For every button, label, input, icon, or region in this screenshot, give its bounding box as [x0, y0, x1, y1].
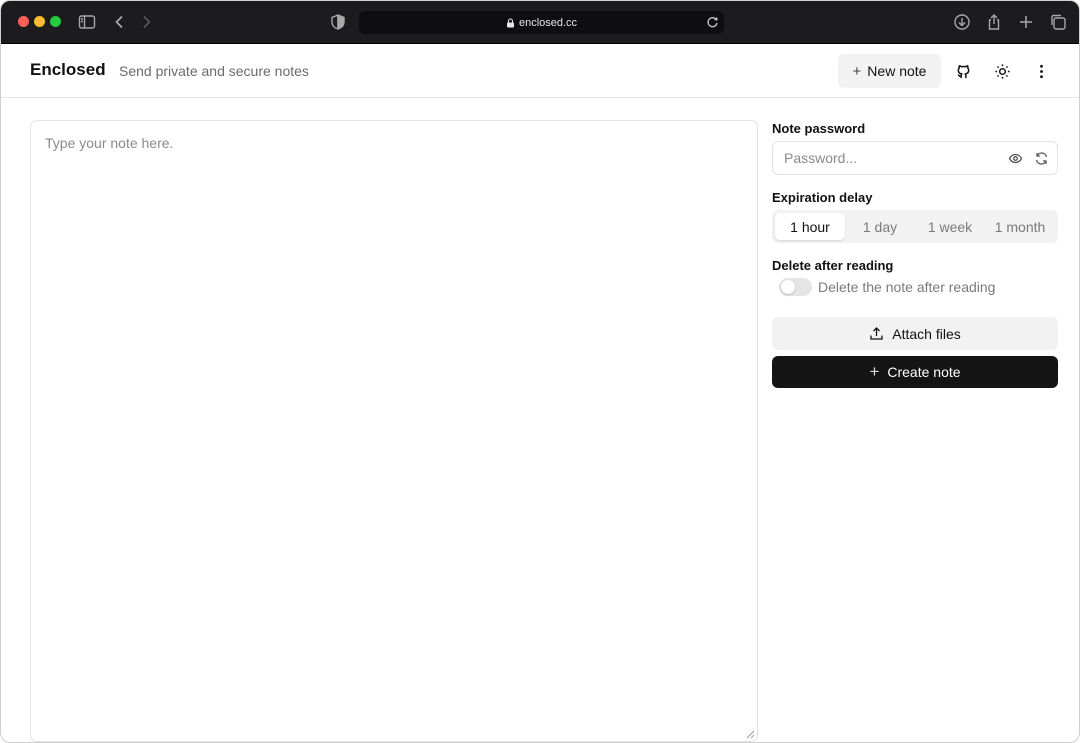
browser-window: enclosed.cc Enclosed Send private and se… [0, 0, 1080, 743]
app-header: Enclosed Send private and secure notes +… [1, 44, 1079, 98]
more-options-icon[interactable] [1030, 60, 1052, 82]
close-window-button[interactable] [18, 16, 29, 27]
expiration-option-1-day[interactable]: 1 day [845, 213, 915, 240]
attach-files-button[interactable]: Attach files [772, 317, 1058, 350]
github-icon[interactable] [952, 60, 974, 82]
delete-after-reading-label: Delete after reading [772, 258, 894, 273]
expiration-option-1-week[interactable]: 1 week [915, 213, 985, 240]
attach-files-label: Attach files [892, 325, 961, 342]
tagline: Send private and secure notes [119, 63, 309, 79]
new-note-label: New note [867, 63, 927, 79]
browser-toolbar: enclosed.cc [1, 1, 1079, 44]
downloads-icon[interactable] [952, 12, 972, 32]
show-password-eye-icon[interactable] [1008, 151, 1023, 166]
delete-toggle-label[interactable]: Delete the note after reading [818, 279, 995, 295]
password-label: Note password [772, 121, 866, 136]
sidebar-toggle-icon[interactable] [77, 12, 97, 32]
new-tab-icon[interactable] [1016, 12, 1036, 32]
share-icon[interactable] [984, 12, 1004, 32]
delete-after-reading-toggle[interactable] [779, 278, 812, 296]
theme-toggle-sun-icon[interactable] [991, 60, 1013, 82]
create-note-button[interactable]: + Create note [772, 356, 1058, 388]
expiration-option-1-hour[interactable]: 1 hour [775, 213, 845, 240]
url-text: enclosed.cc [518, 16, 578, 29]
expiration-selector: 1 hour 1 day 1 week 1 month [772, 210, 1058, 243]
generate-password-refresh-icon[interactable] [1034, 151, 1049, 166]
resize-handle-icon[interactable] [746, 730, 755, 739]
maximize-window-button[interactable] [50, 16, 61, 27]
create-note-label: Create note [887, 364, 961, 380]
back-icon[interactable] [110, 12, 130, 32]
lock-icon [506, 17, 514, 27]
password-field[interactable] [772, 141, 1058, 175]
minimize-window-button[interactable] [34, 16, 45, 27]
password-input[interactable] [784, 150, 1004, 166]
privacy-shield-icon[interactable] [328, 12, 348, 32]
brand-name[interactable]: Enclosed [30, 60, 106, 80]
plus-icon: + [869, 362, 880, 381]
reload-icon[interactable] [705, 15, 720, 30]
note-editor [30, 120, 758, 742]
expiration-label: Expiration delay [772, 190, 873, 205]
forward-icon[interactable] [136, 12, 156, 32]
note-content-input[interactable] [45, 135, 743, 727]
expiration-option-1-month[interactable]: 1 month [985, 213, 1055, 240]
address-bar[interactable]: enclosed.cc [359, 11, 724, 34]
toggle-knob [781, 280, 795, 294]
plus-icon: + [852, 62, 862, 80]
upload-icon [870, 327, 883, 340]
new-note-button[interactable]: + New note [838, 54, 941, 88]
tab-overview-icon[interactable] [1048, 12, 1068, 32]
